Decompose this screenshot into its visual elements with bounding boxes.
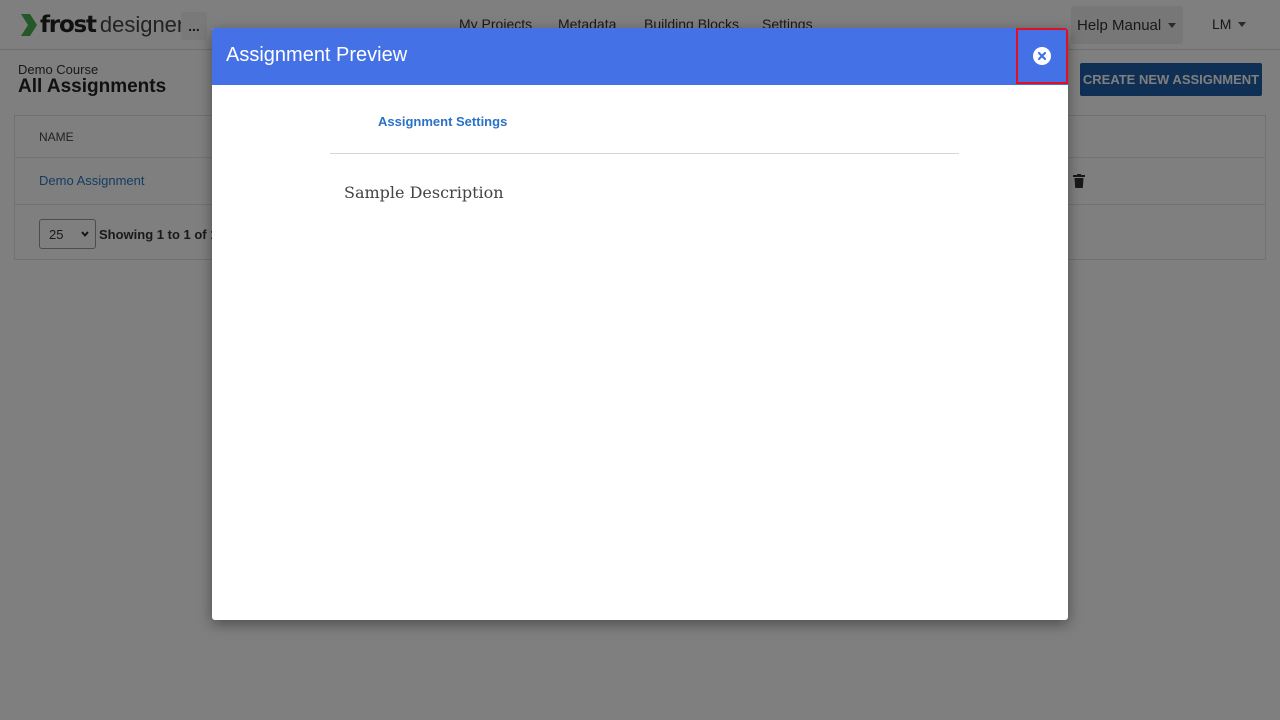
close-button[interactable] xyxy=(1016,28,1068,84)
close-x-glyph xyxy=(1037,51,1047,61)
modal-header: Assignment Preview xyxy=(212,28,1068,85)
modal-title: Assignment Preview xyxy=(226,44,408,66)
assignment-preview-modal: Assignment Preview Assignment Settings S… xyxy=(212,28,1068,620)
close-icon xyxy=(1033,47,1051,65)
tab-divider xyxy=(330,153,959,154)
assignment-description: Sample Description xyxy=(344,183,504,202)
tab-assignment-settings[interactable]: Assignment Settings xyxy=(378,114,507,129)
